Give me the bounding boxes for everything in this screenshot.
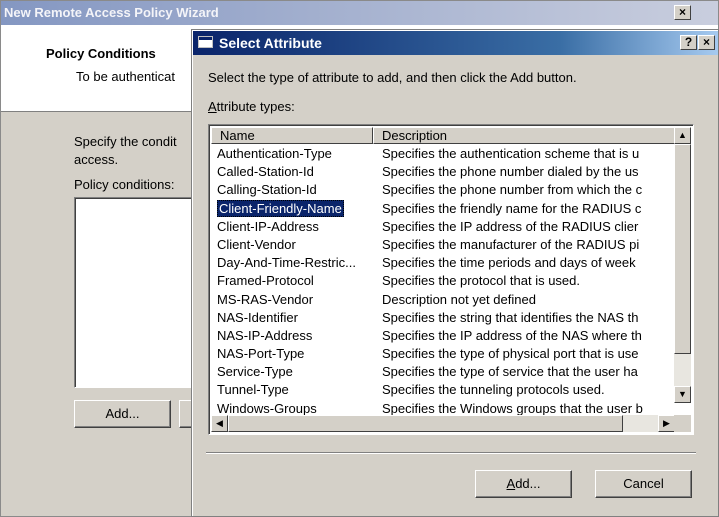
table-row[interactable]: Day-And-Time-Restric... Specifies the tim… (211, 254, 675, 272)
column-header-name[interactable]: Name (211, 127, 373, 144)
list-rows: Authentication-Type Specifies the authent… (211, 145, 675, 418)
attribute-description: Specifies the type of service that the u… (382, 364, 638, 380)
dialog-title-bar: Select Attribute (193, 31, 718, 55)
attribute-name: NAS-Identifier (217, 309, 298, 325)
vertical-scroll-thumb[interactable] (674, 144, 691, 354)
dialog-add-button[interactable]: Add... (475, 470, 572, 498)
attribute-description: Description not yet defined (382, 291, 536, 307)
close-icon: × (678, 5, 686, 19)
attribute-name: Authentication-Type (217, 146, 332, 161)
horizontal-scrollbar[interactable]: ◀ ▶ (211, 415, 675, 432)
table-row[interactable]: NAS-Identifier Specifies the string that … (211, 309, 675, 327)
attribute-name-cell: Calling-Station-Id (217, 181, 377, 199)
wizard-header-title: Policy Conditions (46, 46, 156, 61)
attribute-name: Windows-Groups (217, 400, 317, 416)
attribute-name: NAS-IP-Address (217, 327, 313, 343)
attribute-name-cell: NAS-IP-Address (217, 327, 377, 345)
dialog-instruction: Select the type of attribute to add, and… (208, 70, 577, 85)
policy-conditions-label: Policy conditions: (74, 177, 175, 192)
attribute-description: Specifies the time periods and days of w… (382, 255, 636, 271)
dialog-title: Select Attribute (219, 35, 322, 51)
wizard-instruction-line1: Specify the condit (74, 134, 177, 149)
wizard-title: New Remote Access Policy Wizard (4, 5, 219, 20)
attribute-name-cell: Framed-Protocol (217, 272, 377, 290)
table-row[interactable]: NAS-IP-Address Specifies the IP address o… (211, 327, 675, 345)
horizontal-scroll-thumb[interactable] (228, 415, 623, 432)
wizard-add-button[interactable]: Add... (74, 400, 171, 428)
close-icon: × (702, 35, 710, 49)
table-row[interactable]: Called-Station-Id Specifies the phone num… (211, 163, 675, 181)
policy-conditions-list[interactable] (74, 197, 194, 388)
table-row[interactable]: MS-RAS-Vendor Description not yet defined (211, 291, 675, 309)
list-header: Name Description (211, 127, 675, 144)
attribute-name-cell: MS-RAS-Vendor (217, 291, 377, 309)
attribute-name-cell: Client-Vendor (217, 236, 377, 254)
attribute-name-cell: NAS-Identifier (217, 309, 377, 327)
scroll-left-icon[interactable]: ◀ (211, 415, 228, 432)
table-row[interactable]: Tunnel-Type Specifies the tunneling proto… (211, 381, 675, 399)
attribute-description: Specifies the phone number from which th… (382, 182, 643, 198)
attribute-name-cell: Client-Friendly-Name (217, 199, 377, 218)
attribute-name: Tunnel-Type (217, 382, 289, 398)
attribute-types-list[interactable]: Name Description Authentication-Type Spec… (208, 124, 694, 435)
wizard-instruction-line2: access. (74, 152, 119, 167)
attribute-name: Client-IP-Address (217, 218, 319, 234)
attribute-description: Specifies the protocol that is used. (382, 273, 581, 289)
attribute-description: Specifies the authentication scheme that… (382, 146, 640, 161)
attribute-name-cell: Tunnel-Type (217, 381, 377, 399)
column-header-description[interactable]: Description (373, 127, 675, 144)
attribute-name-cell: Service-Type (217, 363, 377, 381)
attribute-description: Specifies the IP address of the NAS wher… (382, 327, 642, 343)
scroll-down-icon[interactable]: ▼ (674, 386, 691, 403)
attribute-description: Specifies the tunneling protocols used. (382, 382, 605, 398)
attribute-description: Specifies the type of physical port that… (382, 346, 639, 362)
attribute-description: Specifies the manufacturer of the RADIUS… (382, 236, 640, 252)
attribute-name: Client-Friendly-Name (217, 199, 344, 217)
attribute-name: NAS-Port-Type (217, 346, 305, 362)
vertical-scrollbar[interactable]: ▲ ▼ (674, 127, 691, 403)
table-row[interactable]: Client-Friendly-Name Specifies the friend… (211, 199, 675, 218)
table-row[interactable]: Calling-Station-Id Specifies the phone nu… (211, 181, 675, 199)
table-row[interactable]: Client-IP-Address Specifies the IP addres… (211, 218, 675, 236)
wizard-header-subtitle: To be authenticat (76, 69, 176, 84)
attribute-name: Client-Vendor (217, 236, 296, 252)
attribute-types-label-text: ttribute types: (216, 99, 295, 114)
table-row[interactable]: NAS-Port-Type Specifies the type of physi… (211, 345, 675, 363)
attribute-description: Specifies the IP address of the RADIUS c… (382, 218, 639, 234)
attribute-name-cell: Day-And-Time-Restric... (217, 254, 377, 272)
table-row[interactable]: Authentication-Type Specifies the authent… (211, 145, 675, 163)
attribute-name: Calling-Station-Id (217, 182, 317, 198)
table-row[interactable]: Service-Type Specifies the type of servic… (211, 363, 675, 381)
dialog-cancel-button[interactable]: Cancel (595, 470, 692, 498)
attribute-description: Specifies the string that identifies the… (382, 309, 639, 325)
dialog-separator (206, 452, 696, 454)
attribute-name: Framed-Protocol (217, 273, 314, 289)
attribute-description: Specifies the friendly name for the RADI… (382, 200, 642, 216)
dialog-close-button[interactable]: × (698, 35, 715, 50)
window-icon (198, 36, 213, 48)
attribute-name-cell: Called-Station-Id (217, 163, 377, 181)
attribute-name-cell: Client-IP-Address (217, 218, 377, 236)
table-row[interactable]: Framed-Protocol Specifies the protocol th… (211, 272, 675, 290)
attribute-name: Called-Station-Id (217, 164, 314, 180)
help-icon: ? (684, 35, 693, 49)
dialog-add-button-label: dd... (515, 476, 541, 491)
scroll-up-icon[interactable]: ▲ (674, 127, 691, 144)
scrollbar-corner (674, 415, 691, 432)
attribute-name-cell: NAS-Port-Type (217, 345, 377, 363)
attribute-name: MS-RAS-Vendor (217, 291, 314, 307)
attribute-name-cell: Authentication-Type (217, 145, 377, 163)
scroll-right-icon[interactable]: ▶ (658, 415, 675, 432)
attribute-types-label: Attribute types: (208, 99, 295, 114)
dialog-help-button[interactable]: ? (680, 35, 697, 50)
wizard-close-button[interactable]: × (674, 5, 691, 20)
table-row[interactable]: Client-Vendor Specifies the manufacturer … (211, 236, 675, 254)
wizard-title-bar: New Remote Access Policy Wizard (1, 1, 718, 25)
attribute-name: Service-Type (217, 364, 293, 380)
attribute-description: Specifies the phone number dialed by the… (382, 164, 639, 180)
attribute-name: Day-And-Time-Restric... (217, 255, 356, 271)
